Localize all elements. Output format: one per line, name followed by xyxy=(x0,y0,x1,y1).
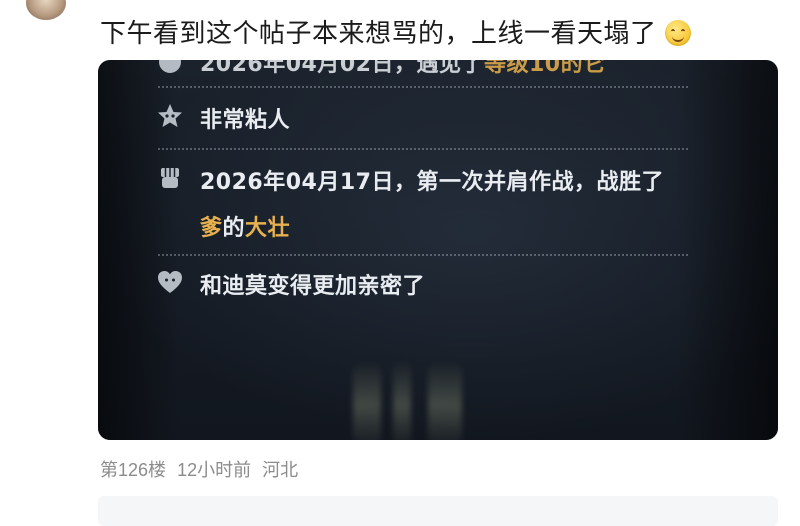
circle-icon xyxy=(159,60,181,73)
post-text: 下午看到这个帖子本来想骂的，上线一看天塌了 xyxy=(100,14,691,54)
post-text-content: 下午看到这个帖子本来想骂的，上线一看天塌了 xyxy=(100,19,657,49)
post-time: 12小时前 xyxy=(177,460,252,480)
screen-line-row2a: 2026年04月17日，第一次并肩作战，战胜了 xyxy=(200,170,664,195)
heart-icon xyxy=(158,271,182,293)
plain-text: 的 xyxy=(222,216,246,241)
partial-line-highlight: 等级10的它 xyxy=(483,60,606,77)
avatar[interactable] xyxy=(26,0,66,20)
screen-line-partial: 2026年04月02日，遇见了等级10的它 xyxy=(200,60,606,78)
screen-line-row1: 非常粘人 xyxy=(200,108,291,133)
divider xyxy=(158,86,688,88)
screen-line-row3: 和迪莫变得更加亲密了 xyxy=(200,274,426,299)
floor-number: 第126楼 xyxy=(100,460,167,480)
fist-icon xyxy=(161,168,179,188)
post-image[interactable]: 2026年04月02日，遇见了等级10的它 非常粘人 2026年04月17日，第… xyxy=(98,60,778,440)
divider xyxy=(158,148,688,150)
post-location: 河北 xyxy=(262,460,299,480)
highlight-text: 爹 xyxy=(200,216,223,241)
post-meta: 第126楼 12小时前 河北 xyxy=(100,456,304,482)
star-icon xyxy=(158,104,182,127)
next-reply-box[interactable] xyxy=(98,496,778,526)
highlight-text: 大壮 xyxy=(245,216,291,241)
partial-line-plain: 2026年04月02日，遇见了 xyxy=(200,60,484,77)
screen-line-row2b: 爹的大壮 xyxy=(200,210,290,242)
smile-emoji-icon xyxy=(664,20,691,46)
divider xyxy=(158,254,688,256)
